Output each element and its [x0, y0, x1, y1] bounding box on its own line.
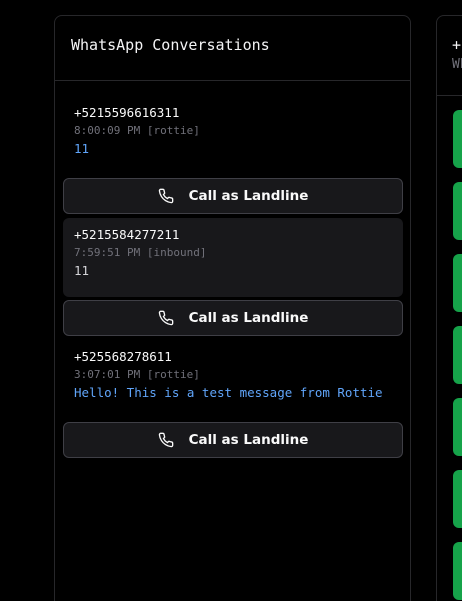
message-bubble — [453, 470, 462, 528]
conversation-meta: 3:07:01 PM [rottie] — [74, 368, 200, 381]
conversation-item-selected[interactable]: +5215584277211 7:59:51 PM [inbound] 11 — [63, 218, 403, 297]
call-as-landline-button[interactable]: Call as Landline — [63, 178, 403, 214]
chat-panel-header: + Wh — [437, 16, 462, 96]
conversation-last-message: 11 — [74, 263, 90, 278]
call-as-landline-button[interactable]: Call as Landline — [63, 422, 403, 458]
call-button-label: Call as Landline — [188, 188, 309, 204]
conversation-last-message: 11 — [74, 141, 90, 156]
conversation-meta: 8:00:09 PM [rottie] — [74, 124, 200, 137]
phone-icon — [158, 188, 173, 204]
message-bubble — [453, 110, 462, 168]
conversation-phone: +525568278611 — [74, 349, 172, 364]
panel-title: WhatsApp Conversations — [71, 36, 270, 54]
conversation-list: +5215596616311 8:00:09 PM [rottie] 11 Ca… — [63, 96, 403, 462]
conversations-panel-header: WhatsApp Conversations — [55, 16, 410, 81]
call-button-label: Call as Landline — [188, 432, 309, 448]
conversation-item[interactable]: +5215596616311 8:00:09 PM [rottie] 11 — [63, 96, 403, 175]
conversation-phone: +5215584277211 — [74, 227, 180, 242]
message-bubble — [453, 542, 462, 600]
message-bubble — [453, 182, 462, 240]
phone-icon — [158, 432, 173, 448]
call-as-landline-button[interactable]: Call as Landline — [63, 300, 403, 336]
conversation-last-message: Hello! This is a test message from Rotti… — [74, 385, 383, 400]
message-bubble — [453, 398, 462, 456]
chat-panel: + Wh — [436, 15, 462, 601]
page: WhatsApp Conversations +5215596616311 8:… — [0, 0, 462, 601]
chat-panel-title: + — [452, 36, 462, 54]
conversation-phone: +5215596616311 — [74, 105, 180, 120]
chat-panel-subtitle: Wh — [452, 57, 462, 72]
call-button-label: Call as Landline — [188, 310, 309, 326]
conversation-meta: 7:59:51 PM [inbound] — [74, 246, 207, 259]
message-bubble — [453, 254, 462, 312]
phone-icon — [158, 310, 173, 326]
conversations-panel: WhatsApp Conversations +5215596616311 8:… — [54, 15, 411, 601]
message-bubble — [453, 326, 462, 384]
conversation-item[interactable]: +525568278611 3:07:01 PM [rottie] Hello!… — [63, 340, 403, 419]
